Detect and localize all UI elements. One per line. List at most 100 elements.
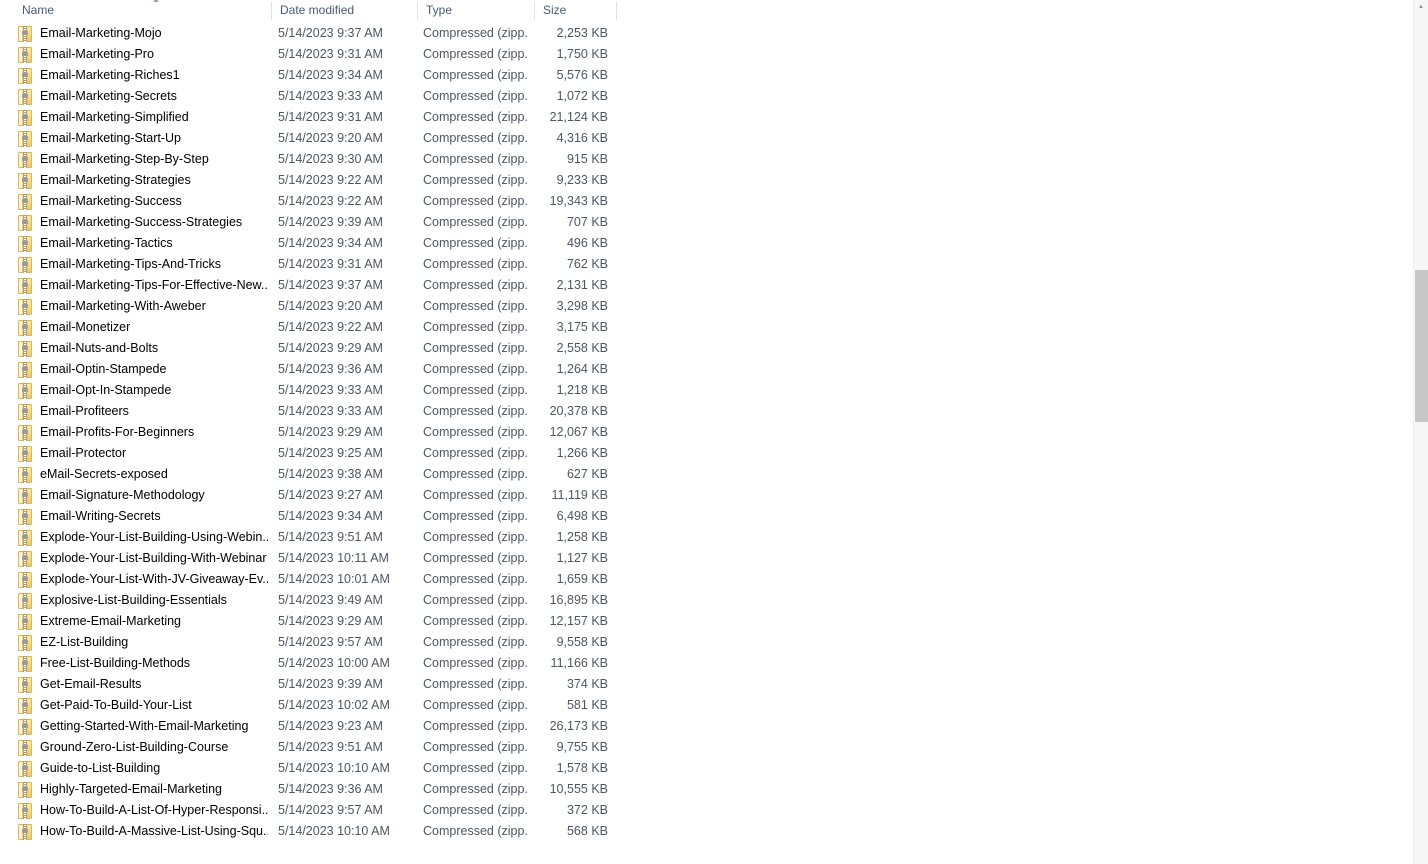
file-row[interactable]: Email-Marketing-Tips-For-Effective-New..… [0,275,1410,296]
file-name-cell[interactable]: Email-Marketing-Secrets [18,86,268,107]
file-row[interactable]: Email-Marketing-Pro 5/14/2023 9:31 AM Comp… [0,44,1410,65]
file-row[interactable]: Email-Signature-Methodology 5/14/2023 9:2… [0,485,1410,506]
scroll-up-arrow-icon[interactable]: ▲ [1418,4,1424,10]
file-row[interactable]: Getting-Started-With-Email-Marketing 5/14… [0,716,1410,737]
file-row[interactable]: Email-Marketing-Success 5/14/2023 9:22 AM… [0,191,1410,212]
file-name-cell[interactable]: eMail-Secrets-exposed [18,464,268,485]
file-date-modified-cell: 5/14/2023 9:33 AM [278,89,383,103]
file-name-cell[interactable]: Email-Marketing-Tips-For-Effective-New..… [18,275,268,296]
file-name-cell[interactable]: Get-Email-Results [18,674,268,695]
file-name-cell[interactable]: Explosive-List-Building-Essentials [18,590,268,611]
file-date-modified-cell: 5/14/2023 9:31 AM [278,257,383,271]
file-name-cell[interactable]: Getting-Started-With-Email-Marketing [18,716,268,737]
column-header-name[interactable]: Name [14,0,271,21]
file-row[interactable]: Email-Opt-In-Stampede 5/14/2023 9:33 AM Co… [0,380,1410,401]
file-row[interactable]: Email-Marketing-Tactics 5/14/2023 9:34 AM… [0,233,1410,254]
file-row[interactable]: Explosive-List-Building-Essentials 5/14/2… [0,590,1410,611]
zip-file-icon [18,236,32,252]
file-row[interactable]: Email-Marketing-Mojo 5/14/2023 9:37 AM Com… [0,23,1410,44]
file-name-cell[interactable]: Explode-Your-List-With-JV-Giveaway-Ev... [18,569,268,590]
file-name-cell[interactable]: Explode-Your-List-Building-With-Webinar [18,548,268,569]
file-row[interactable]: Email-Protector 5/14/2023 9:25 AM Compress… [0,443,1410,464]
file-name-cell[interactable]: Email-Opt-In-Stampede [18,380,268,401]
vertical-scrollbar[interactable]: ▲ [1413,0,1428,864]
file-name-cell[interactable]: Email-Profits-For-Beginners [18,422,268,443]
scrollbar-track[interactable] [1414,0,1428,864]
file-name-cell[interactable]: Explode-Your-List-Building-Using-Webin..… [18,527,268,548]
file-name-cell[interactable]: Email-Marketing-Tactics [18,233,268,254]
file-row[interactable]: Email-Marketing-Start-Up 5/14/2023 9:20 A… [0,128,1410,149]
file-row[interactable]: Ground-Zero-List-Building-Course 5/14/202… [0,737,1410,758]
file-row[interactable]: Explode-Your-List-With-JV-Giveaway-Ev...… [0,569,1410,590]
file-size-cell: 11,166 KB [550,656,608,670]
file-name-cell[interactable]: Email-Marketing-Mojo [18,23,268,44]
file-row[interactable]: Email-Profiteers 5/14/2023 9:33 AM Compres… [0,401,1410,422]
file-name-cell[interactable]: Email-Writing-Secrets [18,506,268,527]
file-row[interactable]: Email-Marketing-Tips-And-Tricks 5/14/2023… [0,254,1410,275]
file-list[interactable]: Email-Marketing-Mojo 5/14/2023 9:37 AM Com… [0,23,1410,864]
file-name-label: Email-Marketing-Pro [40,47,154,61]
file-name-cell[interactable]: How-To-Build-A-List-Of-Hyper-Responsi... [18,800,268,821]
file-name-cell[interactable]: Highly-Targeted-Email-Marketing [18,779,268,800]
file-row[interactable]: Email-Marketing-Success-Strategies 5/14/2… [0,212,1410,233]
file-name-cell[interactable]: Email-Marketing-Success [18,191,268,212]
file-row[interactable]: How-To-Build-A-Massive-List-Using-Squ...… [0,821,1410,842]
file-name-cell[interactable]: Email-Nuts-and-Bolts [18,338,268,359]
file-row[interactable]: Email-Writing-Secrets 5/14/2023 9:34 AM Co… [0,506,1410,527]
column-header-size[interactable]: Size [535,0,616,21]
zip-file-icon [18,572,32,588]
file-name-cell[interactable]: Email-Marketing-Success-Strategies [18,212,268,233]
file-name-cell[interactable]: Get-Paid-To-Build-Your-List [18,695,268,716]
column-divider-size[interactable] [616,2,617,20]
file-row[interactable]: Guide-to-List-Building 5/14/2023 10:10 AM… [0,758,1410,779]
file-row[interactable]: EZ-List-Building 5/14/2023 9:57 AM Compres… [0,632,1410,653]
file-name-cell[interactable]: Email-Marketing-Start-Up [18,128,268,149]
file-row[interactable]: Get-Paid-To-Build-Your-List 5/14/2023 10:… [0,695,1410,716]
file-name-cell[interactable]: Email-Monetizer [18,317,268,338]
file-row[interactable]: Email-Profits-For-Beginners 5/14/2023 9:2… [0,422,1410,443]
file-row[interactable]: Email-Marketing-Secrets 5/14/2023 9:33 AM… [0,86,1410,107]
column-header-date-modified[interactable]: Date modified [272,0,417,21]
file-row[interactable]: Email-Marketing-Simplified 5/14/2023 9:31… [0,107,1410,128]
file-name-cell[interactable]: Email-Signature-Methodology [18,485,268,506]
file-row[interactable]: Email-Optin-Stampede 5/14/2023 9:36 AM Com… [0,359,1410,380]
file-name-cell[interactable]: Ground-Zero-List-Building-Course [18,737,268,758]
file-name-cell[interactable]: How-To-Build-A-Massive-List-Using-Squ... [18,821,268,842]
file-name-cell[interactable]: Email-Marketing-With-Aweber [18,296,268,317]
file-name-cell[interactable]: Guide-to-List-Building [18,758,268,779]
file-name-cell[interactable]: Email-Marketing-Tips-And-Tricks [18,254,268,275]
file-row[interactable]: Explode-Your-List-Building-With-Webinar 5… [0,548,1410,569]
file-row[interactable]: eMail-Secrets-exposed 5/14/2023 9:38 AM Co… [0,464,1410,485]
file-name-cell[interactable]: Free-List-Building-Methods [18,653,268,674]
file-name-cell[interactable]: Email-Protector [18,443,268,464]
file-name-label: Extreme-Email-Marketing [40,614,182,628]
file-name-label: eMail-Secrets-exposed [40,467,168,481]
file-date-modified-cell: 5/14/2023 9:34 AM [278,509,383,523]
file-row[interactable]: Extreme-Email-Marketing 5/14/2023 9:29 AM… [0,611,1410,632]
file-row[interactable]: Email-Marketing-Step-By-Step 5/14/2023 9:… [0,149,1410,170]
zip-file-icon [18,446,32,462]
file-row[interactable]: Email-Nuts-and-Bolts 5/14/2023 9:29 AM Com… [0,338,1410,359]
file-name-cell[interactable]: Email-Marketing-Pro [18,44,268,65]
file-name-cell[interactable]: Email-Profiteers [18,401,268,422]
file-row[interactable]: Email-Marketing-Strategies 5/14/2023 9:22… [0,170,1410,191]
file-row[interactable]: Highly-Targeted-Email-Marketing 5/14/2023… [0,779,1410,800]
file-name-cell[interactable]: Email-Marketing-Riches1 [18,65,268,86]
file-row[interactable]: Free-List-Building-Methods 5/14/2023 10:0… [0,653,1410,674]
file-row[interactable]: Email-Marketing-Riches1 5/14/2023 9:34 AM… [0,65,1410,86]
file-name-cell[interactable]: Email-Optin-Stampede [18,359,268,380]
file-name-cell[interactable]: Email-Marketing-Step-By-Step [18,149,268,170]
file-row[interactable]: How-To-Build-A-List-Of-Hyper-Responsi...… [0,800,1410,821]
column-header-type[interactable]: Type [418,0,534,21]
file-row[interactable]: Explode-Your-List-Building-Using-Webin..… [0,527,1410,548]
file-name-cell[interactable]: EZ-List-Building [18,632,268,653]
file-name-cell[interactable]: Email-Marketing-Simplified [18,107,268,128]
file-row[interactable]: Get-Email-Results 5/14/2023 9:39 AM Compre… [0,674,1410,695]
file-name-cell[interactable]: Extreme-Email-Marketing [18,611,268,632]
file-row[interactable]: Email-Monetizer 5/14/2023 9:22 AM Compress… [0,317,1410,338]
file-name-cell[interactable]: Email-Marketing-Strategies [18,170,268,191]
zip-file-icon [18,194,32,210]
file-row[interactable]: Email-Marketing-With-Aweber 5/14/2023 9:2… [0,296,1410,317]
file-size-cell: 21,124 KB [549,110,608,124]
scrollbar-thumb[interactable] [1415,270,1428,422]
